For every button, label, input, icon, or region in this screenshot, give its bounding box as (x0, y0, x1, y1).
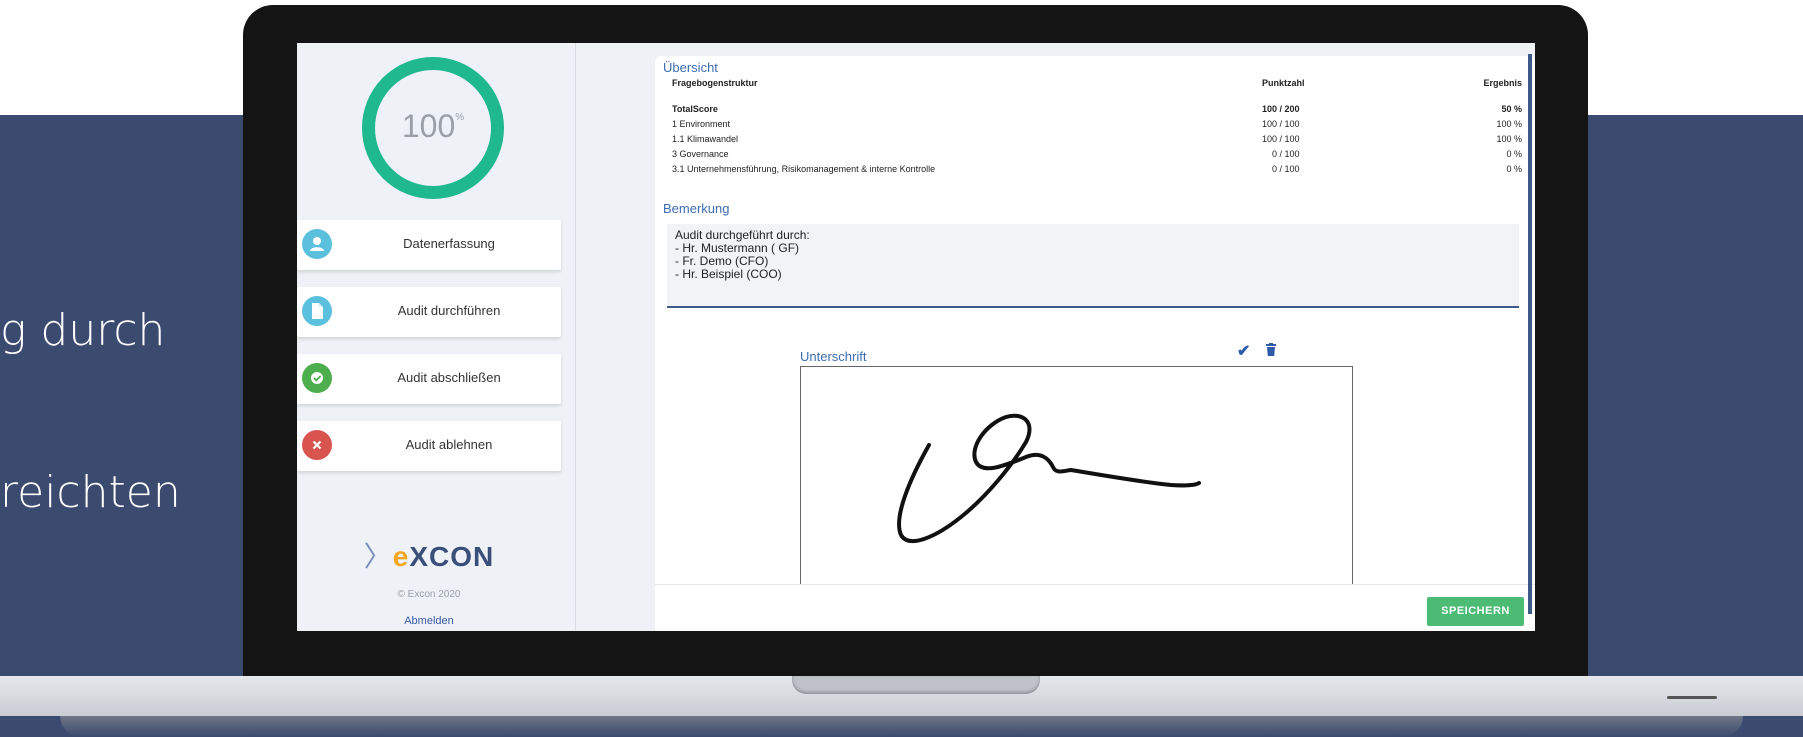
signature-drawing (897, 413, 1201, 543)
progress-value: 100% (401, 108, 465, 144)
signature-label: Unterschrift (800, 349, 867, 364)
column-header: Ergebnis (1483, 78, 1522, 88)
main-panel: Übersicht Fragebogenstruktur Punktzahl E… (655, 56, 1535, 631)
laptop-notch (792, 676, 1040, 694)
column-header: Punktzahl (1262, 78, 1305, 88)
sidebar-item-datenerfassung[interactable]: Datenerfassung (297, 220, 561, 270)
table-row: 3.1 Unternehmensführung, Risikomanagemen… (672, 161, 1522, 176)
row-score: 100 / 100 (1262, 133, 1300, 144)
progress-ring: 100% (362, 57, 504, 199)
sidebar: 100% Datenerfassung Audit durchführen Au… (297, 43, 576, 631)
row-score: 0 / 100 (1272, 148, 1300, 159)
excon-logo: 〉eXCON (363, 541, 495, 572)
sidebar-item-label: Datenerfassung (403, 236, 495, 251)
copyright-text: © Excon 2020 (397, 589, 461, 600)
row-result: 100 % (1496, 133, 1522, 144)
laptop-base-shadow (60, 716, 1743, 737)
trash-icon[interactable] (1266, 343, 1276, 356)
close-icon (302, 430, 332, 460)
remark-title: Bemerkung (663, 201, 730, 216)
row-name: TotalScore (672, 103, 718, 114)
remark-line: Audit durchgeführt durch: (675, 228, 810, 242)
table-row: 1 Environment 100 / 100 100 % (672, 116, 1522, 131)
save-button[interactable]: SPEICHERN (1427, 597, 1524, 626)
column-header: Fragebogenstruktur (672, 78, 758, 88)
sidebar-item-audit-ablehnen[interactable]: Audit ablehnen (297, 421, 561, 471)
row-result: 0 % (1506, 148, 1522, 159)
promo-text-line-2: reichten (0, 467, 181, 518)
row-name: 3.1 Unternehmensführung, Risikomanagemen… (672, 163, 936, 174)
remark-line: - Hr. Beispiel (COO) (675, 267, 782, 281)
row-result: 0 % (1506, 163, 1522, 174)
promo-text-line-1: g durch (0, 305, 166, 356)
sidebar-item-label: Audit ablehnen (405, 437, 493, 452)
sidebar-item-label: Audit abschließen (397, 370, 501, 385)
row-name: 3 Governance (672, 148, 729, 159)
footer-bar: SPEICHERN (655, 584, 1535, 631)
check-circle-icon (302, 363, 332, 393)
document-icon (302, 296, 332, 326)
logout-link[interactable]: Abmelden (297, 615, 561, 627)
table-header-row: Fragebogenstruktur Punktzahl Ergebnis (672, 78, 1522, 101)
app-screen: 100% Datenerfassung Audit durchführen Au… (297, 43, 1535, 631)
scrollbar[interactable] (1528, 54, 1532, 614)
remark-line: - Hr. Mustermann ( GF) (675, 241, 800, 255)
overview-title: Übersicht (663, 60, 718, 75)
table-row: 3 Governance 0 / 100 0 % (672, 146, 1522, 161)
row-name: 1 Environment (672, 118, 731, 129)
laptop-base-indicator (1667, 696, 1717, 699)
row-score: 100 / 200 (1262, 103, 1300, 114)
remark-line: - Fr. Demo (CFO) (675, 254, 769, 268)
signature-pad[interactable] (800, 366, 1353, 588)
row-result: 100 % (1496, 118, 1522, 129)
table-row: TotalScore 100 / 200 50 % (672, 101, 1522, 116)
row-score: 0 / 100 (1272, 163, 1300, 174)
overview-table: Fragebogenstruktur Punktzahl Ergebnis To… (672, 78, 1522, 176)
row-result: 50 % (1501, 103, 1522, 114)
sidebar-item-audit-abschliessen[interactable]: Audit abschließen (297, 354, 561, 404)
sidebar-item-label: Audit durchführen (397, 303, 501, 318)
row-name: 1.1 Klimawandel (672, 133, 739, 144)
table-row: 1.1 Klimawandel 100 / 100 100 % (672, 131, 1522, 146)
user-icon (302, 229, 332, 259)
remark-textarea[interactable]: Audit durchgeführt durch: - Hr. Musterma… (667, 224, 1519, 308)
row-score: 100 / 100 (1262, 118, 1300, 129)
checkmark-icon[interactable]: ✔ (1237, 341, 1250, 361)
sidebar-item-audit-durchfuehren[interactable]: Audit durchführen (297, 287, 561, 337)
